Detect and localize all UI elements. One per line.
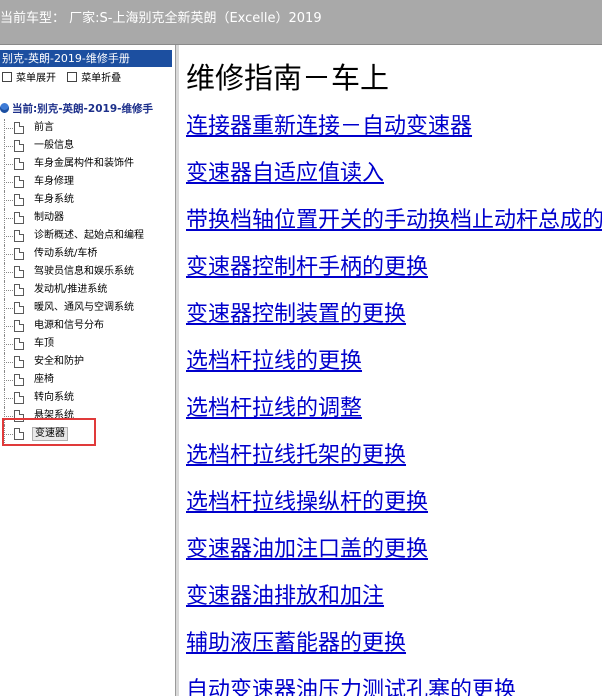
sidebar-toolbar: 菜单展开 菜单折叠: [0, 69, 127, 84]
procedure-link[interactable]: 变速器控制装置的更换: [186, 301, 602, 348]
tree-item[interactable]: 驾驶员信息和娱乐系统: [0, 263, 175, 281]
tree-guide-line: [4, 290, 13, 291]
tree-guide-line: [4, 398, 13, 399]
tree-item[interactable]: 电源和信号分布: [0, 317, 175, 335]
document-icon: [14, 284, 24, 296]
procedure-link[interactable]: 选档杆拉线托架的更换: [186, 442, 602, 489]
expand-menu-button[interactable]: 菜单展开: [0, 69, 56, 84]
tree-item-label: 传动系统/车桥: [34, 248, 98, 259]
tree-guide-line: [4, 308, 13, 309]
procedure-link[interactable]: 变速器油排放和加注: [186, 583, 602, 630]
selection-highlight-box: [2, 418, 96, 446]
document-icon: [14, 212, 24, 224]
collapse-icon: [67, 72, 78, 82]
globe-icon: [0, 103, 9, 113]
document-icon: [14, 266, 24, 278]
tree-guide-line: [4, 380, 13, 381]
tree-item-label: 座椅: [34, 374, 54, 385]
main-content: 维修指南－车上 连接器重新连接－自动变速器 变速器自适应值读入 带换档轴位置开关的手…: [179, 45, 602, 696]
tree-item[interactable]: 发动机/推进系统: [0, 281, 175, 299]
tree-guide-line: [4, 272, 13, 273]
tree-view: 前言一般信息车身金属构件和装饰件 车身修理车身系统制动器诊断概述、起始点和编程 传动…: [0, 119, 175, 443]
procedure-link[interactable]: 选档杆拉线的调整: [186, 395, 602, 442]
tree-item-label: 制动器: [34, 212, 64, 223]
tree-item[interactable]: 前言: [0, 119, 175, 137]
title-bar: 当前车型： 厂家:S-上海别克全新英朗（Excelle）2019: [0, 0, 602, 45]
expand-icon: [2, 72, 12, 82]
collapse-menu-label: 菜单折叠: [81, 73, 122, 84]
document-icon: [14, 230, 24, 242]
tree-guide-line: [4, 128, 13, 129]
sidebar: 别克-英朗-2019-维修手册 菜单展开 菜单折叠 当前:别克-英朗-2019-…: [0, 45, 175, 696]
tree-item-label: 诊断概述、起始点和编程: [34, 230, 144, 241]
vehicle-model-title: 当前车型： 厂家:S-上海别克全新英朗（Excelle）2019: [0, 11, 322, 26]
procedure-link[interactable]: 变速器自适应值读入: [186, 160, 602, 207]
tree-item-label: 前言: [34, 122, 54, 133]
tree-guide-line: [4, 164, 13, 165]
tree-item-label: 车身系统: [34, 194, 74, 205]
tree-guide-line: [4, 146, 13, 147]
document-icon: [14, 320, 24, 332]
sidebar-panel-title: 别克-英朗-2019-维修手册: [0, 50, 172, 67]
document-icon: [14, 392, 24, 404]
tree-item[interactable]: 传动系统/车桥: [0, 245, 175, 263]
document-icon: [14, 248, 24, 260]
procedure-link[interactable]: 变速器油加注口盖的更换: [186, 536, 602, 583]
document-icon: [14, 194, 24, 206]
tree-item[interactable]: 车身系统: [0, 191, 175, 209]
tree-guide-line: [4, 416, 13, 417]
tree-guide-line: [4, 200, 13, 201]
procedure-link[interactable]: 选档杆拉线操纵杆的更换: [186, 489, 602, 536]
document-icon: [14, 140, 24, 152]
document-icon: [14, 338, 24, 350]
tree-item-label: 安全和防护: [34, 356, 84, 367]
tree-item-label: 暖风、通风与空调系统: [34, 302, 134, 313]
tree-item-label: 车顶: [34, 338, 54, 349]
procedure-link-list: 连接器重新连接－自动变速器 变速器自适应值读入 带换档轴位置开关的手动换档止动杆总成…: [186, 113, 602, 696]
page-title: 维修指南－车上: [186, 61, 390, 95]
tree-guide-line: [4, 218, 13, 219]
tree-item[interactable]: 车身金属构件和装饰件: [0, 155, 175, 173]
document-icon: [14, 374, 24, 386]
expand-menu-label: 菜单展开: [16, 73, 56, 84]
collapse-menu-button[interactable]: 菜单折叠: [65, 69, 121, 84]
tree-item-label: 车身金属构件和装饰件: [34, 158, 134, 169]
tree-item[interactable]: 制动器: [0, 209, 175, 227]
tree-guide-line: [4, 344, 13, 345]
document-icon: [14, 122, 24, 134]
tree-item[interactable]: 一般信息: [0, 137, 175, 155]
procedure-link[interactable]: 自动变速器油压力测试孔塞的更换: [186, 677, 602, 696]
tree-item-label: 车身修理: [34, 176, 74, 187]
procedure-link[interactable]: 连接器重新连接－自动变速器: [186, 113, 602, 160]
procedure-link[interactable]: 选档杆拉线的更换: [186, 348, 602, 395]
document-icon: [14, 158, 24, 170]
tree-item[interactable]: 诊断概述、起始点和编程: [0, 227, 175, 245]
tree-item[interactable]: 安全和防护: [0, 353, 175, 371]
procedure-link[interactable]: 带换档轴位置开关的手动换档止动杆总成的更换: [186, 207, 602, 254]
tree-guide-line: [4, 362, 13, 363]
tree-root-label: 当前:别克-英朗-2019-维修手: [12, 103, 153, 115]
document-icon: [14, 176, 24, 188]
tree-item-label: 电源和信号分布: [34, 320, 104, 331]
tree-root[interactable]: 当前:别克-英朗-2019-维修手: [0, 101, 153, 116]
document-icon: [14, 302, 24, 314]
tree-item[interactable]: 暖风、通风与空调系统: [0, 299, 175, 317]
tree-item-label: 转向系统: [34, 392, 74, 403]
tree-item[interactable]: 车身修理: [0, 173, 175, 191]
tree-item[interactable]: 座椅: [0, 371, 175, 389]
procedure-link[interactable]: 变速器控制杆手柄的更换: [186, 254, 602, 301]
tree-item-label: 发动机/推进系统: [34, 284, 108, 295]
procedure-link[interactable]: 辅助液压蓄能器的更换: [186, 630, 602, 677]
tree-guide-line: [4, 236, 13, 237]
sidebar-panel-title-text: 别克-英朗-2019-维修手册: [2, 52, 130, 65]
tree-item[interactable]: 转向系统: [0, 389, 175, 407]
tree-guide-line: [4, 182, 13, 183]
tree-item-label: 驾驶员信息和娱乐系统: [34, 266, 134, 277]
tree-guide-line: [4, 254, 13, 255]
tree-item[interactable]: 车顶: [0, 335, 175, 353]
tree-item-label: 一般信息: [34, 140, 74, 151]
tree-guide-line: [4, 326, 13, 327]
document-icon: [14, 356, 24, 368]
